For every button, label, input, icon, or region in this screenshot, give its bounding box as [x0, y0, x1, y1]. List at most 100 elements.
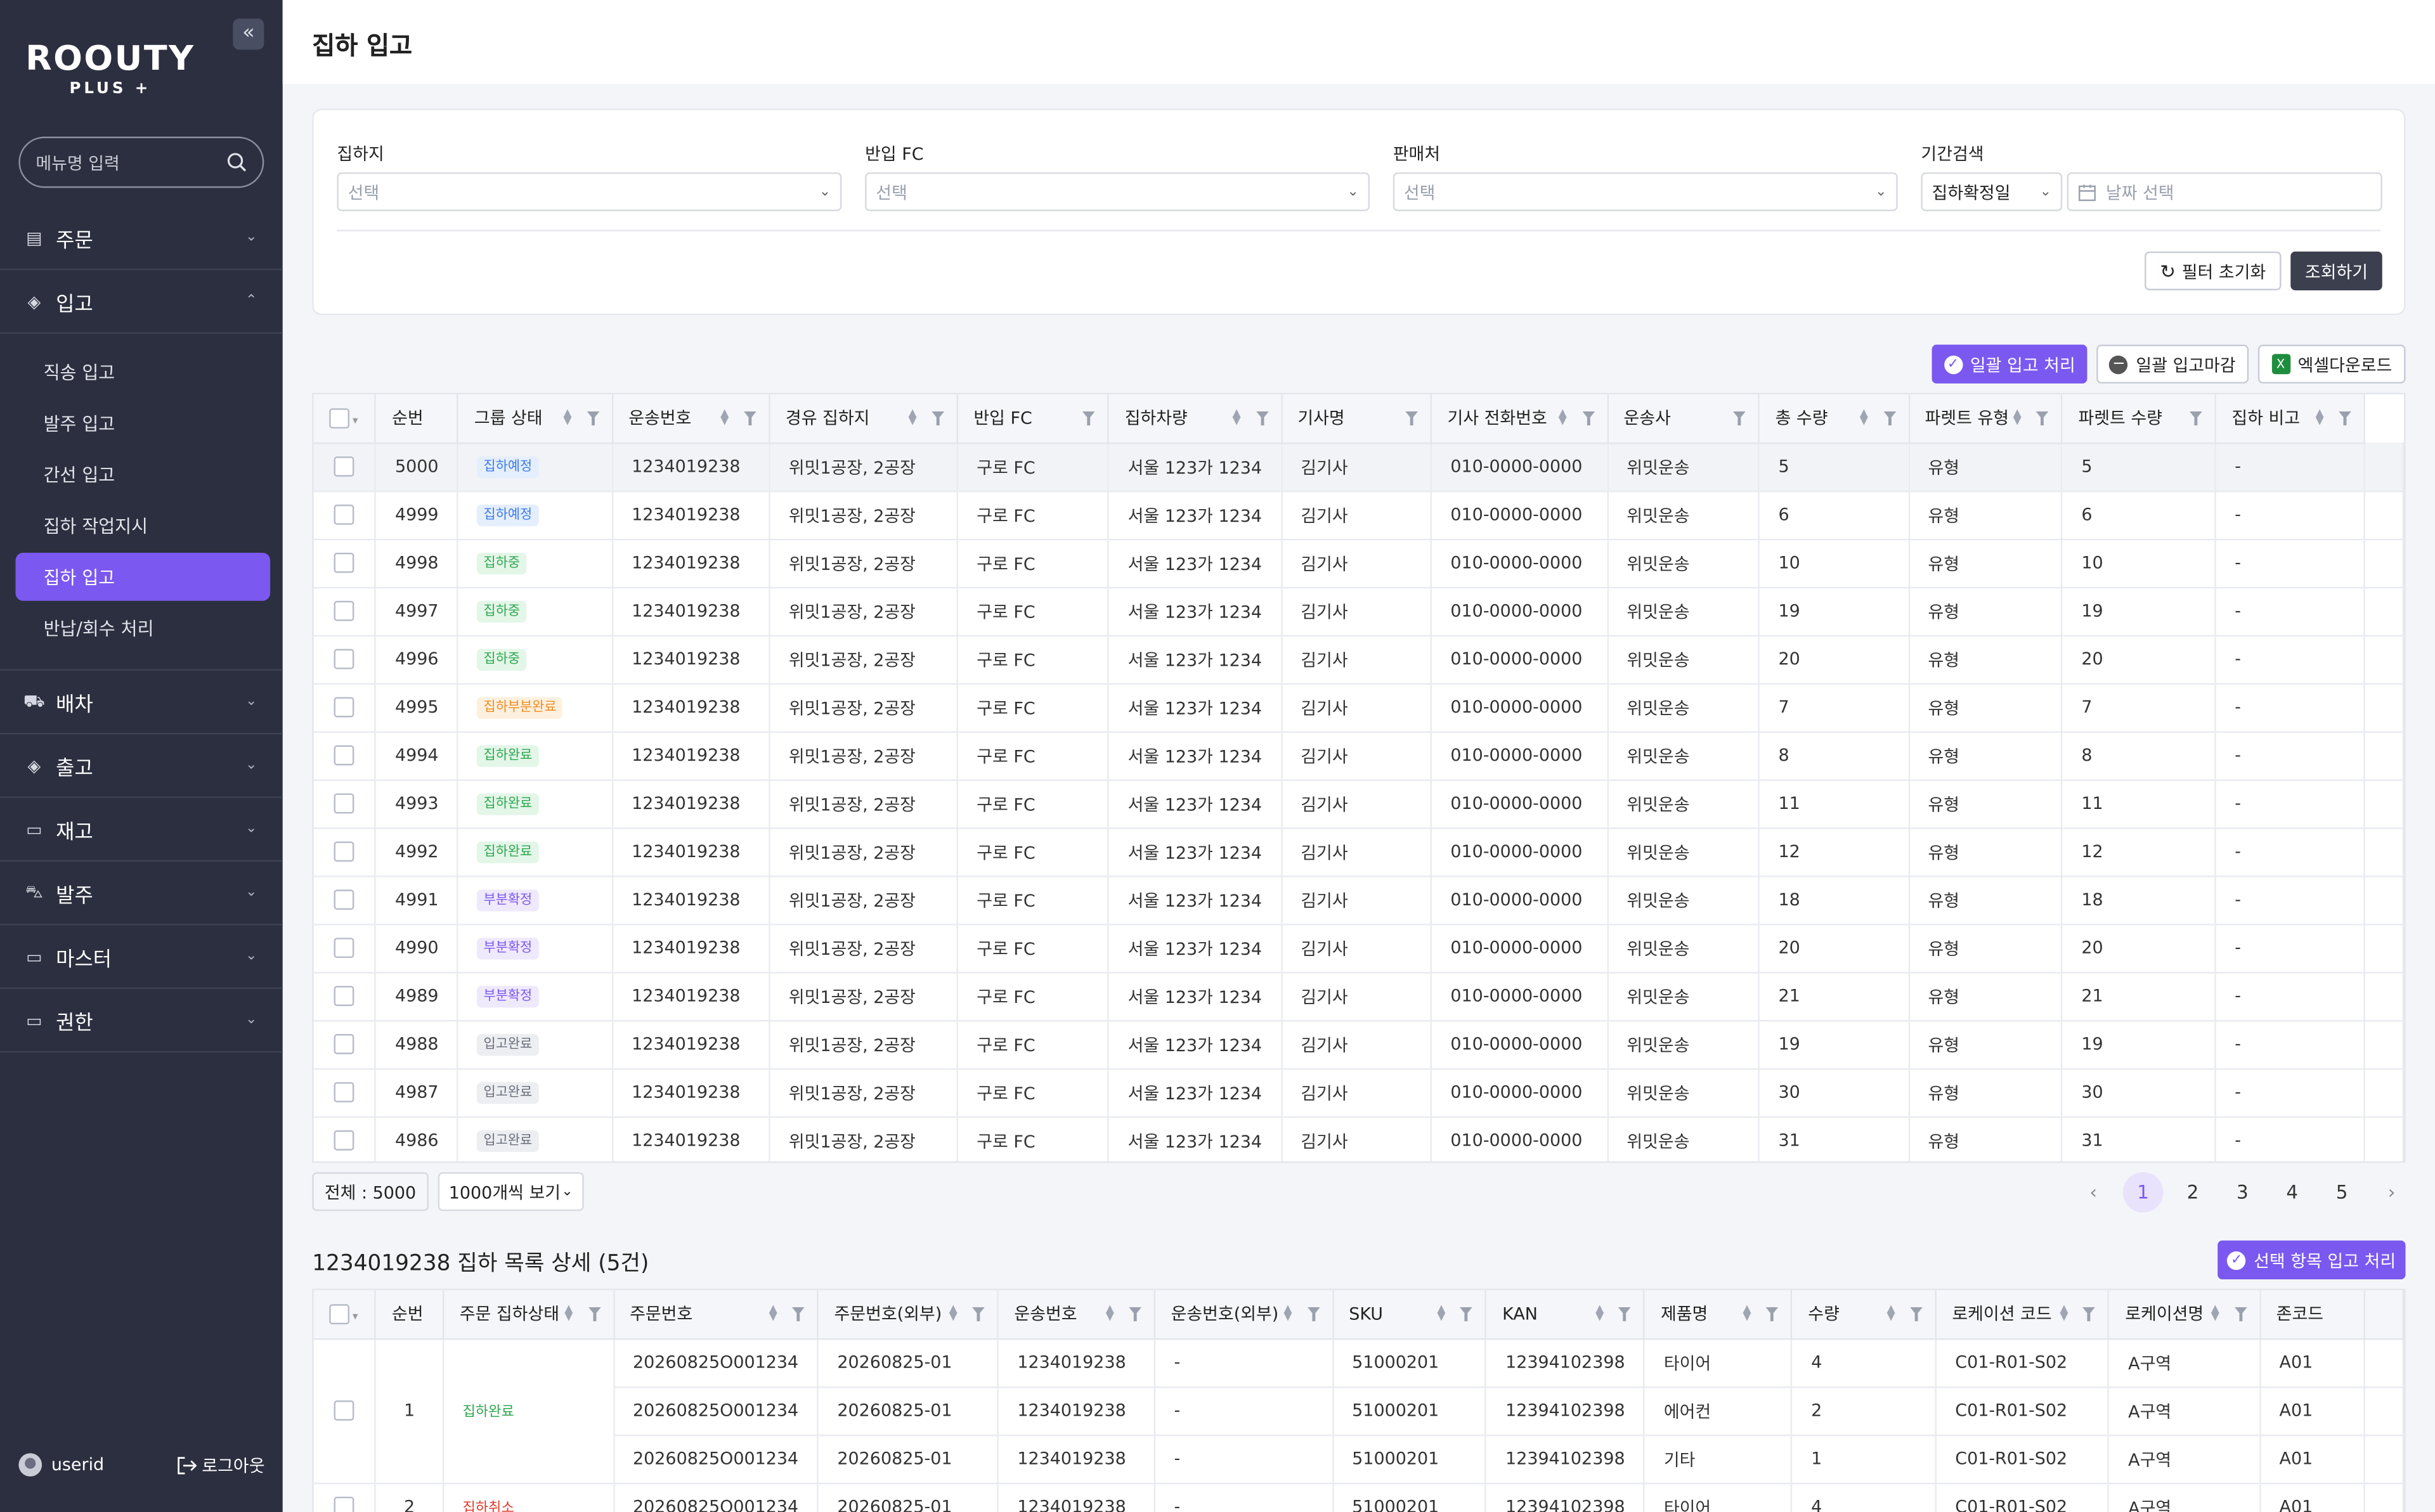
row-select-cell[interactable] — [313, 586, 377, 636]
table-row[interactable]: 4993 집하완료 1234019238 위밋1공장, 2공장 구로 FC 서울 123가… — [313, 779, 2405, 829]
col-header[interactable]: 수량 ▲ ▼ — [1791, 1290, 1937, 1340]
collapse-sidebar-icon[interactable]: « — [233, 18, 264, 50]
filter-icon[interactable] — [972, 1307, 985, 1322]
date-picker[interactable]: 날짜 선택 — [2067, 172, 2382, 212]
filter-icon[interactable] — [1256, 411, 1268, 426]
col-header[interactable]: 운송번호 ▲ ▼ — [997, 1290, 1156, 1340]
filter-icon[interactable] — [1082, 411, 1096, 426]
fc-select[interactable]: 선택 ⌄ — [865, 172, 1370, 212]
sort-icon[interactable]: ▲ ▼ — [1233, 408, 1243, 426]
page-size-select[interactable]: 1000개씩 보기 ⌄ — [438, 1172, 584, 1212]
table-row[interactable]: 4998 집하중 1234019238 위밋1공장, 2공장 구로 FC 서울 123가 … — [313, 538, 2405, 588]
row-select-cell[interactable] — [313, 924, 377, 973]
table-row[interactable]: 4988 입고완료 1234019238 위밋1공장, 2공장 구로 FC 서울 123가… — [313, 1019, 2405, 1069]
detail-row[interactable]: 20260825O001234 20260825-01 1234019238-510… — [314, 1434, 2405, 1484]
row-checkbox[interactable] — [334, 938, 354, 959]
filter-icon[interactable] — [2339, 411, 2351, 426]
detail-row[interactable]: 20260825O001234 20260825-01 1234019238-510… — [314, 1386, 2405, 1436]
nav-item-dispatch[interactable]: ⛟ 배차 ⌄ — [0, 671, 283, 735]
nav-item-inventory[interactable]: ▭ 재고 ⌄ — [0, 798, 283, 862]
bulk-close-button[interactable]: − 일괄 입고마감 — [2096, 344, 2249, 384]
row-checkbox[interactable] — [334, 456, 354, 477]
row-checkbox[interactable] — [334, 889, 354, 910]
filter-icon[interactable] — [1460, 1307, 1473, 1322]
col-header[interactable]: 제품명 ▲ ▼ — [1644, 1290, 1793, 1340]
sort-icon[interactable]: ▲ ▼ — [1860, 408, 1871, 426]
detail-select-all-cell[interactable]: ▾ — [313, 1290, 377, 1340]
filter-icon[interactable] — [1581, 411, 1594, 426]
pickup-select[interactable]: 선택 ⌄ — [337, 172, 842, 212]
bulk-inbound-button[interactable]: ✓ 일괄 입고 처리 — [1932, 344, 2088, 384]
row-checkbox[interactable] — [334, 986, 354, 1007]
filter-icon[interactable] — [932, 411, 944, 426]
detail-row[interactable]: 1 집하완료 20260825O001234 20260825-01 123401923… — [313, 1338, 2405, 1484]
filter-icon[interactable] — [1733, 411, 1746, 426]
filter-icon[interactable] — [1129, 1307, 1142, 1322]
table-row[interactable]: 4986 입고완료 1234019238 위밋1공장, 2공장 구로 FC 서울 123가… — [313, 1116, 2405, 1161]
group-checkbox[interactable] — [334, 1497, 354, 1512]
group-select-cell[interactable] — [313, 1482, 377, 1512]
nav-item-purchase[interactable]: ⛍ 발주 ⌄ — [0, 862, 283, 926]
detail-row[interactable]: 2 집하취소 20260825O001234 20260825-01 123401923… — [313, 1482, 2405, 1512]
sub-item-linehaul[interactable]: 간선 입고 — [15, 450, 270, 498]
col-header[interactable]: KAN ▲ ▼ — [1486, 1290, 1646, 1340]
table-row[interactable]: 4994 집하완료 1234019238 위밋1공장, 2공장 구로 FC 서울 123가… — [313, 731, 2405, 780]
sort-icon[interactable]: ▲ ▼ — [2013, 408, 2024, 426]
sort-icon[interactable]: ▲ ▼ — [1595, 1303, 1606, 1322]
filter-icon[interactable] — [1910, 1307, 1923, 1322]
col-header-status[interactable]: 그룹 상태 ▲ ▼ — [458, 394, 613, 444]
sub-item-po[interactable]: 발주 입고 — [15, 399, 270, 447]
table-row[interactable]: 4997 집하중 1234019238 위밋1공장, 2공장 구로 FC 서울 123가 … — [313, 586, 2405, 636]
filter-icon[interactable] — [587, 411, 599, 426]
sort-icon[interactable]: ▲ ▼ — [2315, 408, 2326, 426]
prev-page-icon[interactable]: ‹ — [2073, 1172, 2114, 1212]
col-header-car[interactable]: 집하차량 ▲ ▼ — [1108, 394, 1282, 444]
period-type-select[interactable]: 집하확정일 ⌄ — [1921, 172, 2063, 212]
row-select-cell[interactable] — [313, 779, 377, 829]
row-checkbox[interactable] — [334, 601, 354, 622]
row-checkbox[interactable] — [334, 794, 354, 814]
row-checkbox[interactable] — [334, 505, 354, 526]
row-select-cell[interactable] — [313, 1019, 377, 1069]
row-select-cell[interactable] — [313, 731, 377, 780]
select-all-cell[interactable]: ▾ — [313, 394, 377, 444]
sort-icon[interactable]: ▲ ▼ — [949, 1303, 960, 1322]
row-checkbox[interactable] — [334, 697, 354, 718]
col-header-via[interactable]: 경유 집하지 ▲ ▼ — [769, 394, 958, 444]
filter-icon[interactable] — [1883, 411, 1896, 426]
filter-icon[interactable] — [2190, 411, 2202, 426]
row-checkbox[interactable] — [334, 649, 354, 670]
table-row[interactable]: 4989 부분확정 1234019238 위밋1공장, 2공장 구로 FC 서울 123가… — [313, 972, 2405, 1021]
next-page-icon[interactable]: › — [2372, 1172, 2412, 1212]
col-header[interactable]: 주문번호(외부) ▲ ▼ — [817, 1290, 999, 1340]
row-select-cell[interactable] — [313, 1116, 377, 1161]
sort-icon[interactable]: ▲ ▼ — [720, 408, 731, 426]
row-select-cell[interactable] — [313, 442, 377, 492]
row-checkbox[interactable] — [334, 746, 354, 766]
search-button[interactable]: 조회하기 — [2290, 251, 2382, 290]
user-profile[interactable]: userid — [18, 1453, 104, 1476]
sort-icon[interactable]: ▲ ▼ — [564, 1303, 575, 1322]
sort-icon[interactable]: ▲ ▼ — [1559, 408, 1569, 426]
nav-item-permission[interactable]: ▭ 권한 ⌄ — [0, 989, 283, 1053]
row-select-cell[interactable] — [313, 972, 377, 1021]
page-4[interactable]: 4 — [2272, 1172, 2313, 1212]
sort-icon[interactable]: ▲ ▼ — [1106, 1303, 1117, 1322]
table-row[interactable]: 4999 집하예정 1234019238 위밋1공장, 2공장 구로 FC 서울 123가… — [313, 490, 2405, 540]
table-row[interactable]: 4996 집하중 1234019238 위밋1공장, 2공장 구로 FC 서울 123가 … — [313, 635, 2405, 684]
page-3[interactable]: 3 — [2223, 1172, 2263, 1212]
sort-icon[interactable]: ▲ ▼ — [769, 1303, 780, 1322]
row-select-cell[interactable] — [313, 827, 377, 877]
sort-icon[interactable]: ▲ ▼ — [909, 408, 919, 426]
col-header-tn[interactable]: 운송번호 ▲ ▼ — [612, 394, 770, 444]
group-select-cell[interactable] — [313, 1338, 377, 1484]
row-checkbox[interactable] — [334, 1082, 354, 1103]
nav-item-outbound[interactable]: ◈ 출고 ⌄ — [0, 734, 283, 798]
row-checkbox[interactable] — [334, 1034, 354, 1055]
sort-icon[interactable]: ▲ ▼ — [1437, 1303, 1448, 1322]
row-select-cell[interactable] — [313, 876, 377, 925]
col-header-carrier[interactable]: 운송사 — [1607, 394, 1760, 444]
row-checkbox[interactable] — [334, 841, 354, 862]
table-row[interactable]: 4990 부분확정 1234019238 위밋1공장, 2공장 구로 FC 서울 123가… — [313, 924, 2405, 973]
nav-item-master[interactable]: ▭ 마스터 ⌄ — [0, 926, 283, 990]
